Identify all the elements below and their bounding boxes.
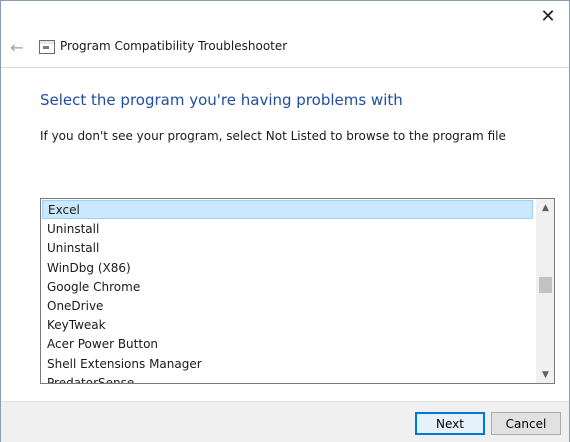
scrollbar-thumb[interactable] bbox=[539, 277, 552, 293]
scroll-down-button[interactable]: ▼ bbox=[537, 366, 554, 383]
list-item-excel[interactable]: Excel bbox=[42, 200, 533, 220]
next-button[interactable]: Next bbox=[415, 412, 485, 435]
list-item-uninstall-1[interactable]: Uninstall bbox=[41, 219, 535, 238]
program-listbox[interactable]: Excel Uninstall Uninstall WinDbg (X86) G… bbox=[40, 198, 555, 384]
list-item-keytweak[interactable]: KeyTweak bbox=[41, 315, 535, 334]
navigation-bar: ← Program Compatibility Troubleshooter bbox=[1, 31, 569, 68]
window-title: Program Compatibility Troubleshooter bbox=[60, 39, 288, 53]
back-button[interactable]: ← bbox=[7, 37, 27, 57]
chevron-up-icon: ▲ bbox=[542, 202, 549, 213]
list-item-onedrive[interactable]: OneDrive bbox=[41, 296, 535, 315]
list-item-predatorsense[interactable]: PredatorSense bbox=[41, 373, 535, 383]
vertical-scrollbar[interactable]: ▲ ▼ bbox=[536, 199, 554, 383]
list-item-uninstall-2[interactable]: Uninstall bbox=[41, 238, 535, 257]
list-item-google-chrome[interactable]: Google Chrome bbox=[41, 277, 535, 296]
chevron-down-icon: ▼ bbox=[542, 369, 549, 380]
program-list-items: Excel Uninstall Uninstall WinDbg (X86) G… bbox=[41, 199, 535, 383]
close-icon: ✕ bbox=[540, 5, 556, 27]
dialog-footer: Next Cancel bbox=[1, 401, 569, 442]
troubleshooter-app-icon bbox=[39, 40, 55, 54]
list-item-windbg[interactable]: WinDbg (X86) bbox=[41, 258, 535, 277]
list-item-acer-power-button[interactable]: Acer Power Button bbox=[41, 334, 535, 353]
instructions-text: If you don't see your program, select No… bbox=[40, 129, 506, 143]
back-arrow-icon: ← bbox=[10, 37, 24, 57]
close-button[interactable]: ✕ bbox=[533, 3, 563, 29]
scroll-up-button[interactable]: ▲ bbox=[537, 199, 554, 216]
cancel-button[interactable]: Cancel bbox=[491, 412, 561, 435]
troubleshooter-window: ✕ ← Program Compatibility Troubleshooter… bbox=[0, 0, 570, 442]
page-heading: Select the program you're having problem… bbox=[40, 91, 403, 109]
list-item-shell-extensions-manager[interactable]: Shell Extensions Manager bbox=[41, 354, 535, 373]
